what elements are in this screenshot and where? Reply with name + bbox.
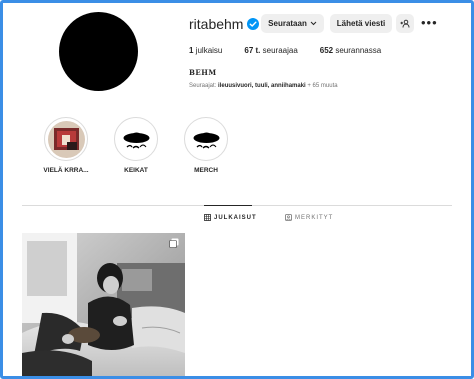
highlight-ring (184, 117, 228, 161)
highlight-ring (114, 117, 158, 161)
highlight-label: MERCH (194, 167, 218, 174)
following-stat[interactable]: 652 seurannassa (320, 46, 381, 55)
posts-label: julkaisu (195, 46, 223, 55)
verified-badge-icon (247, 18, 260, 30)
post-thumbnail[interactable] (22, 233, 185, 379)
post-photo (22, 233, 185, 379)
tab-posts-label: JULKAISUT (214, 214, 257, 221)
add-user-icon (400, 19, 410, 28)
highlight-item[interactable]: KEIKAT (106, 117, 166, 174)
followed-by-more: + 65 muuta (307, 83, 338, 89)
profile-avatar[interactable] (59, 12, 138, 91)
highlight-cover (187, 120, 225, 158)
highlight-photo (47, 120, 85, 158)
grid-icon (204, 214, 211, 221)
posts-count: 1 (189, 46, 194, 55)
highlight-item[interactable]: MERCH (176, 117, 236, 174)
following-label: seurannassa (335, 46, 382, 55)
highlight-label: KEIKAT (124, 167, 148, 174)
bio-name: BEHM (189, 68, 217, 77)
highlight-cover (117, 120, 155, 158)
send-message-button[interactable]: Lähetä viesti (330, 14, 392, 33)
highlight-ring (44, 117, 88, 161)
followers-label: seuraajaa (262, 46, 298, 55)
followed-by-names: ileuusivuori, tuuli, anniihamaki (218, 83, 306, 89)
multiple-photos-icon (169, 238, 179, 248)
followers-count: 67 t. (244, 46, 261, 55)
followed-by[interactable]: Seuraajat: ileuusivuori, tuuli, anniiham… (189, 83, 338, 89)
hat-drawing-icon (187, 120, 225, 158)
following-button[interactable]: Seurataan (261, 14, 324, 33)
tab-tagged-label: MERKITYT (295, 214, 334, 221)
send-message-label: Lähetä viesti (336, 19, 386, 28)
posts-stat: 1 julkaisu (189, 46, 222, 55)
chevron-down-icon (310, 21, 317, 26)
hat-drawing-icon (117, 120, 155, 158)
add-user-button[interactable] (396, 14, 414, 33)
following-button-label: Seurataan (268, 19, 307, 28)
username-row: ritabehm (189, 16, 260, 32)
followers-stat[interactable]: 67 t. seuraajaa (244, 46, 297, 55)
highlight-label: VIELÄ KRRA... (43, 167, 89, 174)
tab-posts[interactable]: JULKAISUT (204, 214, 257, 221)
profile-stats: 1 julkaisu 67 t. seuraajaa 652 seurannas… (189, 46, 403, 55)
followed-by-prefix: Seuraajat: (189, 83, 217, 89)
username: ritabehm (189, 16, 244, 32)
more-options-icon[interactable]: ••• (421, 15, 438, 30)
highlight-item[interactable]: VIELÄ KRRA... (36, 117, 96, 174)
active-tab-indicator (204, 205, 252, 206)
following-count: 652 (319, 46, 334, 55)
tab-tagged[interactable]: MERKITYT (285, 214, 333, 221)
tagged-icon (285, 214, 292, 221)
highlight-cover (47, 120, 85, 158)
